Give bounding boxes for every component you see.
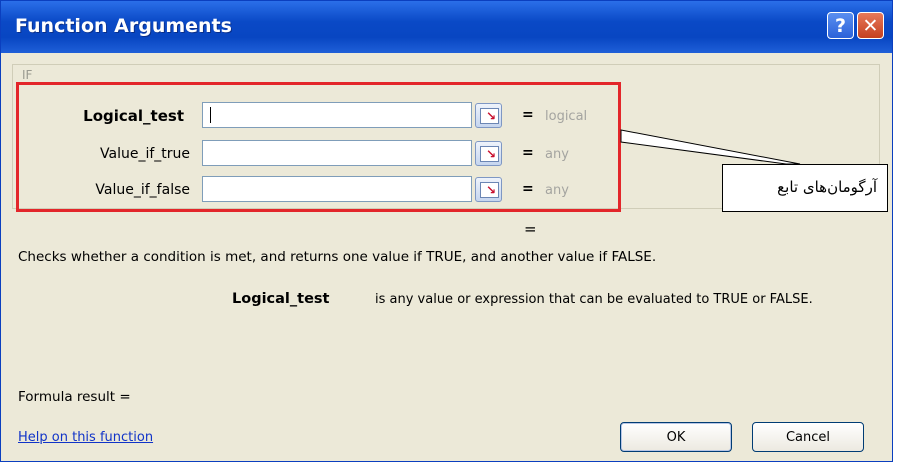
ok-button[interactable]: OK bbox=[620, 422, 732, 452]
help-on-function-link[interactable]: Help on this function bbox=[18, 430, 153, 445]
arg-help-text: is any value or expression that can be e… bbox=[375, 292, 813, 307]
callout-pointer bbox=[620, 129, 801, 165]
function-result-equals: = bbox=[524, 220, 537, 238]
cancel-button[interactable]: Cancel bbox=[752, 422, 864, 452]
callout-text: آرگومان‌های تابع bbox=[777, 178, 877, 196]
callout-box: آرگومان‌های تابع bbox=[722, 164, 888, 212]
formula-result: Formula result = bbox=[18, 389, 131, 405]
arg-help-name: Logical_test bbox=[232, 291, 330, 307]
function-description: Checks whether a condition is met, and r… bbox=[18, 249, 657, 265]
